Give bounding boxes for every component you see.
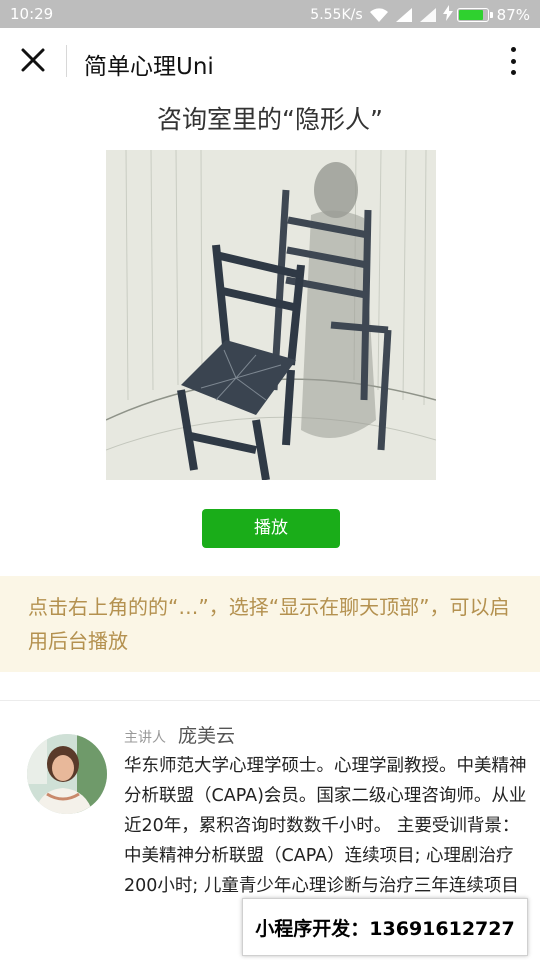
status-time: 10:29	[10, 5, 54, 23]
signal-icon	[419, 7, 437, 23]
close-icon	[21, 48, 45, 72]
battery-cap	[489, 12, 493, 18]
avatar-photo	[27, 734, 107, 814]
play-button[interactable]: 播放	[202, 509, 340, 548]
speaker-avatar	[27, 734, 107, 814]
title-divider	[66, 45, 67, 77]
speaker-bio: 华东师范大学心理学硕士。心理学副教授。中美精神分析联盟（CAPA)会员。国家二级…	[124, 756, 527, 896]
cover-image	[106, 150, 436, 480]
signal-icon	[395, 7, 413, 23]
nav-bar: 简单心理Uni	[0, 28, 540, 94]
battery-percent: 87%	[496, 6, 530, 24]
charging-icon	[442, 5, 453, 25]
network-speed: 5.55K/s	[310, 7, 363, 23]
speaker-role-label: 主讲人	[124, 730, 166, 746]
battery-icon	[456, 8, 489, 22]
battery-fill	[458, 10, 483, 20]
background-play-notice: 点击右上角的的“…”，选择“显示在聊天顶部”，可以启用后台播放	[0, 576, 540, 672]
battery-indicator: 87%	[442, 5, 530, 25]
status-bar: 10:29 5.55K/s 87%	[0, 0, 540, 28]
app-title: 简单心理Uni	[84, 54, 214, 80]
more-vertical-icon	[510, 47, 516, 52]
status-indicators: 5.55K/s 87%	[310, 5, 530, 25]
wifi-icon	[369, 7, 389, 23]
speaker-header: 主讲人 庞美云	[124, 721, 235, 748]
close-button[interactable]	[16, 43, 50, 77]
speaker-name: 庞美云	[178, 725, 236, 747]
more-button[interactable]	[506, 44, 520, 78]
chairs-illustration	[106, 150, 436, 480]
promo-watermark: 小程序开发：13691612727	[242, 898, 528, 956]
article-title: 咨询室里的“隐形人”	[157, 105, 383, 134]
